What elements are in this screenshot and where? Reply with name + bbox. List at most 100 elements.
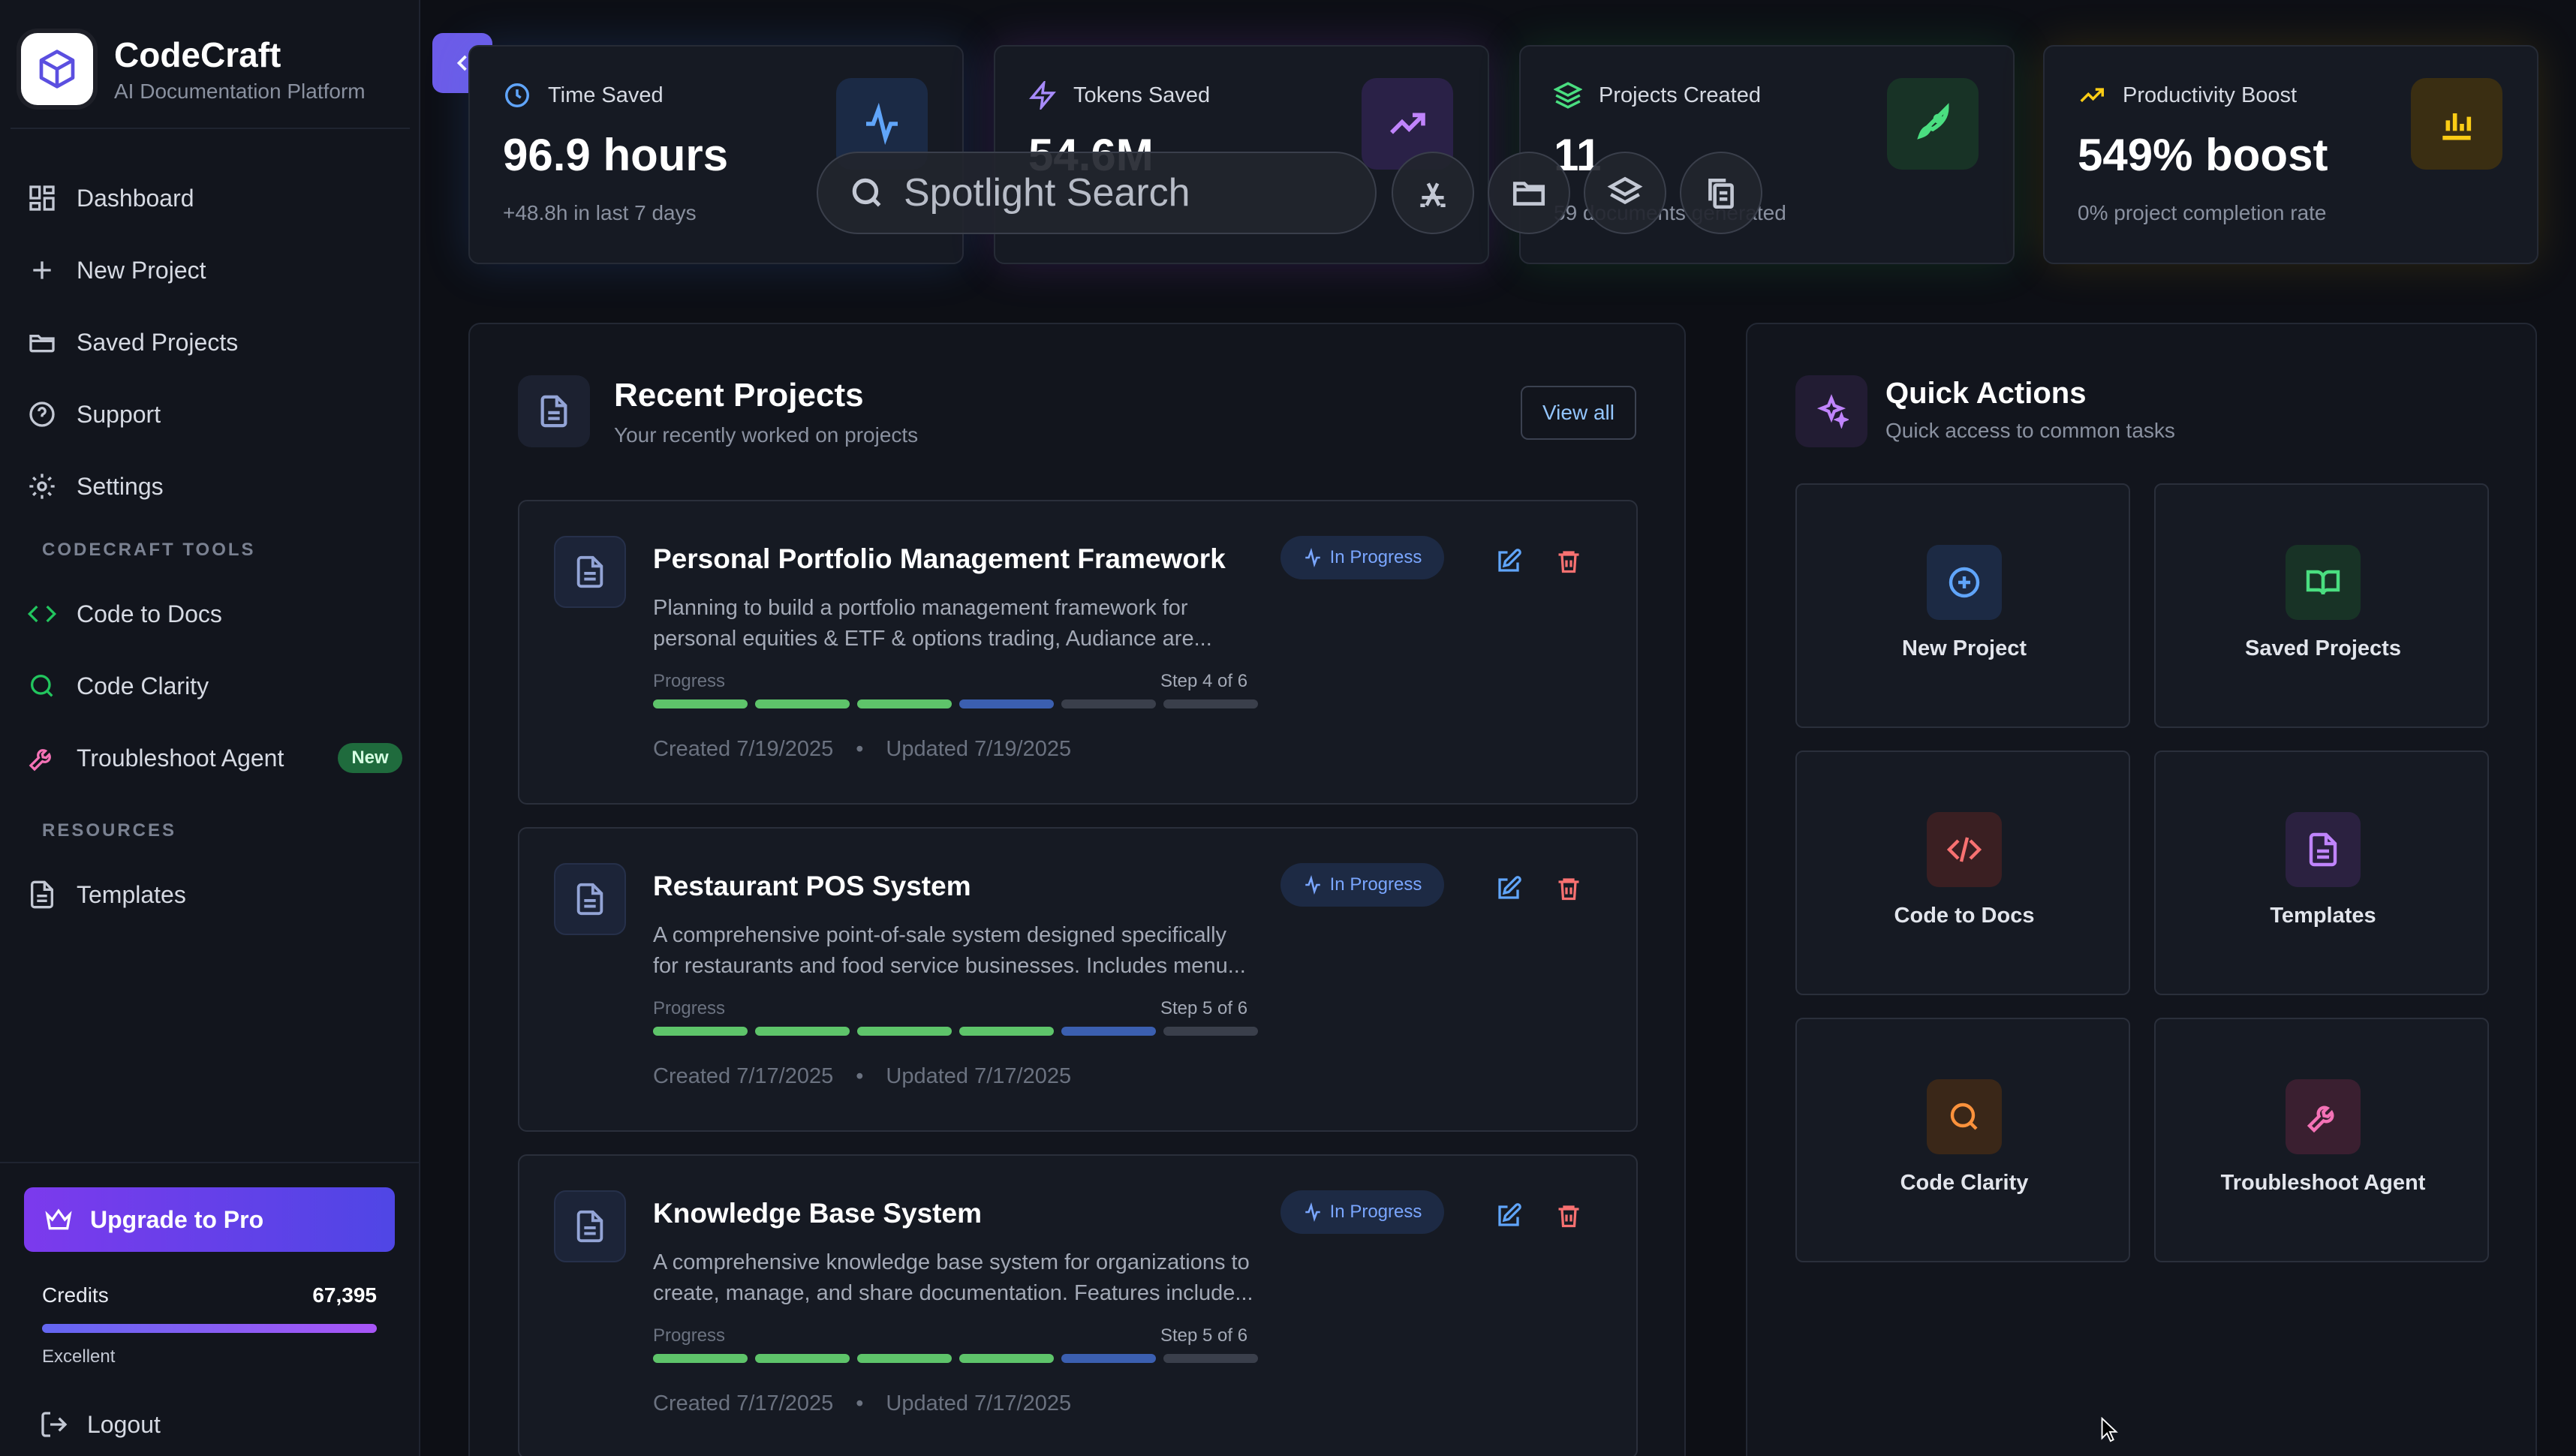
progress-bar — [653, 1354, 1258, 1363]
sidebar-item-label: Dashboard — [77, 184, 194, 212]
sidebar-item-support[interactable]: Support — [0, 378, 420, 450]
edit-icon — [1498, 876, 1521, 899]
progress-label: Progress — [653, 671, 726, 691]
quick-action-label: Code to Docs — [1894, 904, 2035, 928]
sidebar-item-settings[interactable]: Settings — [0, 450, 420, 522]
project-description: A comprehensive point-of-sale system des… — [653, 923, 1246, 978]
book-open-icon — [2286, 545, 2361, 620]
sidebar-item-new-project[interactable]: New Project — [0, 234, 420, 306]
spotlight-search[interactable]: Spotlight Search — [817, 152, 1377, 234]
credits-bar — [42, 1324, 377, 1333]
sidebar-item-code-to-docs[interactable]: Code to Docs — [0, 578, 420, 650]
edit-button[interactable] — [1495, 548, 1525, 578]
files-button[interactable] — [1488, 152, 1570, 234]
edit-icon — [1498, 549, 1521, 572]
progress-segment — [1061, 699, 1156, 708]
project-dates: Created 7/17/2025 • Updated 7/17/2025 — [653, 1064, 1071, 1089]
project-title[interactable]: Restaurant POS System — [653, 871, 971, 902]
spotlight-placeholder: Spotlight Search — [904, 171, 1190, 215]
project-card[interactable]: Restaurant POS System A comprehensive po… — [518, 827, 1638, 1132]
sidebar-item-label: Templates — [77, 880, 186, 908]
created-date: Created 7/17/2025 — [653, 1391, 834, 1415]
progress-segment — [653, 1027, 748, 1036]
progress-segment — [1061, 1354, 1156, 1363]
sidebar-item-label: Troubleshoot Agent — [77, 744, 284, 772]
sidebar-item-templates[interactable]: Templates — [0, 859, 420, 931]
edit-button[interactable] — [1495, 1202, 1525, 1232]
crown-icon — [45, 1208, 72, 1230]
quick-action-troubleshoot-agent[interactable]: Troubleshoot Agent — [2154, 1018, 2489, 1262]
logout-button[interactable]: Logout — [39, 1409, 161, 1439]
stat-title: Productivity Boost — [2123, 83, 2298, 107]
file-text-icon — [518, 375, 590, 447]
status-badge: In Progress — [1280, 863, 1444, 907]
sidebar-item-label: Support — [77, 400, 161, 428]
stat-header: Tokens Saved — [1028, 81, 1210, 110]
progress-segment — [755, 1354, 850, 1363]
updated-date: Updated 7/19/2025 — [886, 737, 1072, 761]
app-store-icon — [1420, 182, 1446, 207]
sidebar-item-saved-projects[interactable]: Saved Projects — [0, 306, 420, 378]
project-title[interactable]: Knowledge Base System — [653, 1198, 982, 1229]
stat-value: 96.9 hours — [503, 130, 729, 180]
sidebar-item-label: Settings — [77, 472, 164, 500]
stat-header: Time Saved — [503, 81, 664, 110]
quick-action-label: Troubleshoot Agent — [2220, 1171, 2426, 1195]
quick-action-code-to-docs[interactable]: Code to Docs — [1795, 751, 2130, 995]
progress-segment — [959, 1354, 1054, 1363]
quick-action-saved-projects[interactable]: Saved Projects — [2154, 483, 2489, 728]
sidebar-item-label: Code Clarity — [77, 672, 209, 699]
delete-button[interactable] — [1555, 875, 1585, 905]
stat-value: 549% boost — [2078, 130, 2328, 180]
project-description: Planning to build a portfolio management… — [653, 596, 1212, 651]
view-all-button[interactable]: View all — [1521, 386, 1636, 440]
project-card[interactable]: Personal Portfolio Management Framework … — [518, 500, 1638, 805]
quick-action-label: Templates — [2270, 904, 2376, 928]
stat-title: Tokens Saved — [1073, 83, 1211, 107]
search-icon — [1927, 1079, 2002, 1154]
sidebar-item-code-clarity[interactable]: Code Clarity — [0, 650, 420, 722]
progress-segment — [1163, 1027, 1258, 1036]
separator-dot: • — [856, 1064, 864, 1088]
project-card[interactable]: Knowledge Base System A comprehensive kn… — [518, 1154, 1638, 1456]
activity-icon — [1305, 875, 1320, 895]
plus-circle-icon — [1927, 545, 2002, 620]
quick-action-label: Saved Projects — [2245, 636, 2401, 660]
sparkles-icon — [1795, 375, 1867, 447]
progress-segment — [653, 1354, 748, 1363]
upgrade-button[interactable]: Upgrade to Pro — [24, 1187, 395, 1252]
quick-action-templates[interactable]: Templates — [2154, 751, 2489, 995]
app-root: CodeCraft AI Documentation Platform Dash… — [0, 0, 2576, 1456]
quick-action-code-clarity[interactable]: Code Clarity — [1795, 1018, 2130, 1262]
edit-button[interactable] — [1495, 875, 1525, 905]
separator-dot: • — [856, 737, 864, 761]
gear-icon — [29, 474, 55, 499]
sidebar-item-troubleshoot-agent[interactable]: Troubleshoot Agent New — [0, 722, 420, 794]
plus-icon — [33, 261, 51, 279]
new-badge: New — [338, 743, 402, 773]
delete-button[interactable] — [1555, 1202, 1585, 1232]
trash-icon — [1558, 1205, 1579, 1228]
quick-action-new-project[interactable]: New Project — [1795, 483, 2130, 728]
progress-segment — [1163, 1354, 1258, 1363]
activity-icon — [1305, 548, 1320, 567]
document-icon — [554, 536, 626, 608]
quick-actions-panel: Quick Actions Quick access to common tas… — [1746, 323, 2537, 1456]
delete-button[interactable] — [1555, 548, 1585, 578]
apps-button[interactable] — [1392, 152, 1474, 234]
help-circle-icon — [29, 402, 55, 427]
bar-chart-icon — [2411, 78, 2502, 170]
copy-icon — [1708, 179, 1734, 209]
layers-button[interactable] — [1584, 152, 1666, 234]
stat-subtext: +48.8h in last 7 days — [503, 201, 697, 224]
project-title[interactable]: Personal Portfolio Management Framework — [653, 543, 1226, 575]
sidebar-nav: Dashboard New Project Saved Projects Sup… — [0, 162, 420, 931]
brand[interactable]: CodeCraft AI Documentation Platform — [11, 11, 410, 129]
progress-segment — [653, 699, 748, 708]
brand-subtitle: AI Documentation Platform — [114, 80, 366, 103]
credits-row: Credits 67,395 — [42, 1283, 377, 1307]
sidebar-item-dashboard[interactable]: Dashboard — [0, 162, 420, 234]
clipboard-button[interactable] — [1680, 152, 1762, 234]
code-icon — [27, 605, 57, 623]
progress-segment — [755, 699, 850, 708]
